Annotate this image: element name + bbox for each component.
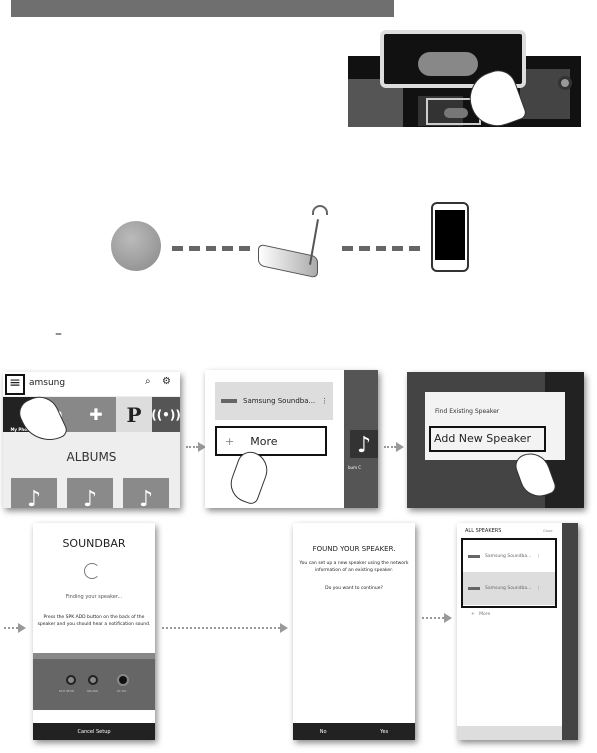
- soundbar-icon: [221, 399, 237, 403]
- wireless-router-icon: [258, 205, 328, 279]
- status-text: Finding your speaker...: [65, 594, 123, 600]
- all-speakers-screen: ALL SPEAKERS Close Samsung Soundba... ⋮ S…: [457, 523, 578, 740]
- cancel-setup-button[interactable]: Cancel Setup: [33, 723, 155, 740]
- album-tile: ♪: [350, 430, 378, 458]
- gear-icon[interactable]: ⚙: [162, 376, 171, 387]
- no-button[interactable]: No: [320, 729, 327, 735]
- app-home-screen: ≡ amsung ⌕ ⚙ My Phone a ✚ P ((•)) ALBUMS…: [3, 372, 180, 508]
- plus-icon: +: [225, 434, 235, 448]
- next-arrow: [186, 442, 206, 452]
- more-options-icon[interactable]: ⋮: [536, 586, 541, 591]
- speaker-list: Samsung Soundba... ⋮ Samsung Soundba... ⋮: [461, 538, 557, 608]
- all-speakers-header: ALL SPEAKERS: [465, 528, 502, 534]
- album-label: bum C: [348, 465, 362, 470]
- soundbar-icon: [468, 587, 480, 590]
- soundbar-icon: [468, 554, 480, 558]
- add-speaker-dialog-screen: Find Existing Speaker Add New Speaker: [407, 372, 584, 508]
- tile-tunein[interactable]: ✚: [76, 397, 116, 432]
- search-text: amsung: [29, 378, 66, 388]
- globe-icon: [111, 221, 161, 271]
- album-tile[interactable]: ♪: [67, 478, 113, 508]
- album-tile[interactable]: ♪: [11, 478, 57, 508]
- speaker-back-panel-image: WI-FI SETUP SPK ADD DC 24V: [33, 653, 155, 710]
- speaker-item[interactable]: Samsung Soundba... ⋮: [463, 572, 555, 605]
- continue-question: Do you want to continue?: [325, 586, 383, 591]
- find-existing-speaker-option[interactable]: Find Existing Speaker: [435, 408, 499, 415]
- next-arrow: [422, 613, 452, 623]
- found-speaker-screen: FOUND YOUR SPEAKER. You can set up a new…: [293, 523, 415, 740]
- soundbar-title: SOUNDBAR: [62, 537, 126, 550]
- next-arrow: [4, 623, 26, 633]
- yes-button[interactable]: Yes: [380, 729, 388, 735]
- speaker-item[interactable]: Samsung Soundba... ⋮: [215, 382, 333, 420]
- finding-speaker-screen: SOUNDBAR Finding your speaker... Press t…: [33, 523, 155, 740]
- smartphone-icon: [431, 202, 469, 272]
- search-icon[interactable]: ⌕: [145, 376, 151, 387]
- menu-button[interactable]: ≡: [5, 374, 25, 395]
- next-arrow: [384, 442, 404, 452]
- found-speaker-body: You can set up a new speaker using the n…: [299, 561, 409, 573]
- connection-dashes: [172, 246, 250, 251]
- dialog-buttons: No Yes: [293, 723, 415, 740]
- close-button[interactable]: Close: [543, 529, 553, 533]
- step-marker: –: [55, 326, 62, 342]
- more-options-icon[interactable]: ⋮: [321, 397, 328, 405]
- connection-dashes: [342, 246, 420, 251]
- more-options-icon[interactable]: ⋮: [536, 554, 541, 559]
- speaker-item[interactable]: Samsung Soundba... ⋮: [463, 540, 555, 572]
- tile-pandora[interactable]: P: [116, 397, 152, 432]
- next-arrow: [162, 623, 288, 633]
- more-button[interactable]: + More: [215, 426, 327, 456]
- plus-icon: +: [471, 612, 480, 617]
- albums-heading: ALBUMS: [66, 450, 117, 464]
- instruction-text: Press the SPK ADD button on the back of …: [37, 615, 151, 627]
- loading-spinner-icon: [84, 563, 100, 579]
- more-button[interactable]: + More: [471, 612, 490, 617]
- speaker-menu-screen: Samsung Soundba... ⋮ + More ♪ bum C: [205, 370, 378, 508]
- album-tile[interactable]: ♪: [123, 478, 169, 508]
- section-header-bar: [11, 0, 394, 17]
- add-new-speaker-option[interactable]: Add New Speaker: [429, 426, 546, 452]
- found-speaker-title: FOUND YOUR SPEAKER.: [312, 545, 396, 553]
- tile-iheart[interactable]: ((•)): [151, 397, 180, 432]
